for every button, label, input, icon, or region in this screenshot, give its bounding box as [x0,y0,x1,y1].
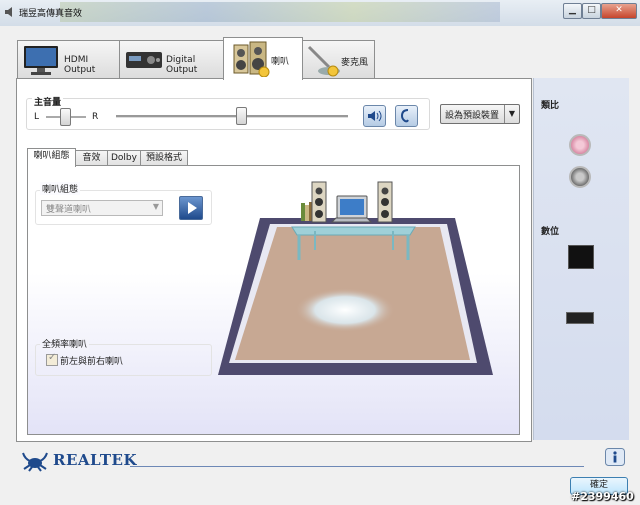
front-lr-checkbox[interactable]: ✓ [46,352,58,366]
window-title: 瑞昱高傳真音效 [19,9,83,19]
mute-button[interactable] [363,105,386,127]
realtek-crab-logo-icon [22,452,48,472]
chevron-down-icon: ▼ [152,202,159,211]
spdif-port-icon[interactable] [568,245,594,269]
balance-left-label: L [34,112,40,122]
laptop-icon [330,195,373,223]
books-icon [301,202,312,221]
tab-label: Digital Output [166,55,198,75]
digital-title: 數位 [541,227,560,237]
tab-dolby[interactable]: Dolby [107,150,141,166]
speaker-app-icon [5,7,12,17]
speaker-config-label: 喇叭組態 [40,182,81,195]
speaker-config-select[interactable]: 雙聲道喇叭 ▼ [41,200,163,216]
hdmi-port-icon[interactable] [566,312,594,324]
tab-label: 麥克風 [341,58,369,68]
dropdown-arrow-icon: ▼ [504,105,519,123]
monitor-icon [24,46,58,75]
title-bar [0,0,640,26]
tab-speaker-configuration[interactable]: 喇叭組態 [27,148,76,167]
check-icon: ✓ [48,352,57,363]
tab-digital-output[interactable]: Digital Output [119,40,224,78]
speaker-room-illustration [218,181,493,375]
speakers-icon [233,41,270,77]
close-button[interactable]: ✕ [601,3,637,19]
microphone-icon [307,45,340,77]
mic-in-jack-icon[interactable] [569,134,591,156]
brand-divider [130,466,584,467]
fullrange-label: 全頻率喇叭 [40,337,90,350]
play-test-button[interactable] [179,196,203,220]
receiver-icon [126,52,162,68]
acoustic-button[interactable] [395,105,418,127]
sweet-spot-glow [295,288,395,332]
tab-label: HDMI Output [64,55,96,75]
left-speaker-icon [311,181,327,223]
maximize-button[interactable]: □ [582,3,601,19]
volume-track [116,115,348,118]
speaker-config-value: 雙聲道喇叭 [46,205,92,215]
balance-slider[interactable] [60,108,71,126]
set-default-device-dropdown[interactable]: 設為預設裝置 ▼ [440,104,520,124]
tab-speakers[interactable]: 喇叭 [223,37,303,80]
ear-icon [400,109,409,123]
minimize-button[interactable]: ▁ [563,3,582,19]
volume-slider[interactable] [236,107,247,125]
tab-microphone[interactable]: 麥克風 [302,40,375,78]
master-volume-title: 主音量 [32,95,64,108]
right-speaker-icon [377,181,393,223]
info-button[interactable] [605,448,625,466]
front-lr-label: 前左與前右喇叭 [60,357,124,367]
speaker-volume-icon [368,110,382,122]
play-icon [188,202,197,214]
tab-label: 喇叭 [271,57,290,67]
tab-default-format[interactable]: 預設格式 [140,150,188,166]
tab-sound-effects[interactable]: 音效 [75,150,108,166]
line-out-jack-icon[interactable] [569,166,591,188]
default-device-label: 設為預設裝置 [445,111,500,121]
balance-right-label: R [92,112,99,122]
analog-title: 類比 [541,101,560,111]
brand-name: REALTEK [53,451,137,469]
tab-hdmi-output[interactable]: HDMI Output [17,40,120,78]
watermark-text: #2399460 [571,490,634,503]
